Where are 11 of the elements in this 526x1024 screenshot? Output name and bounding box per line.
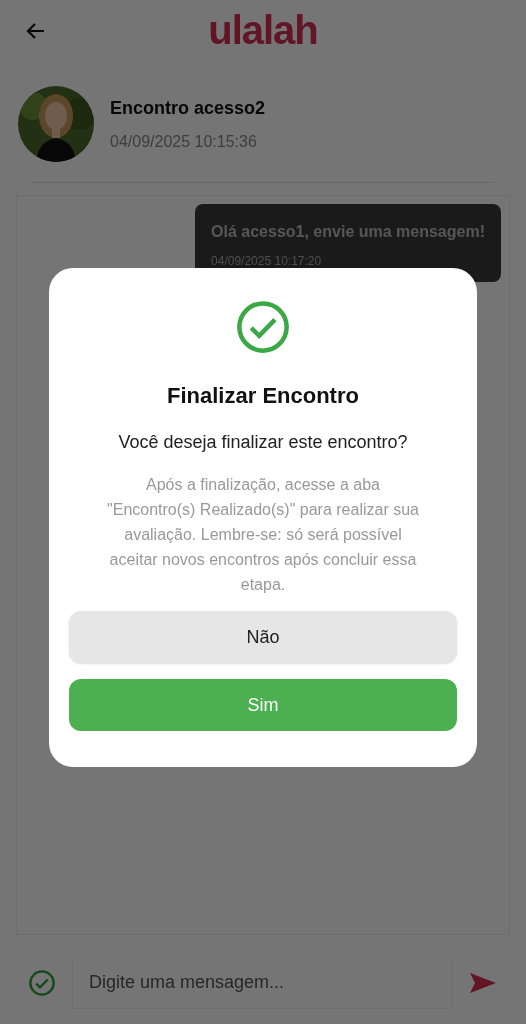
- logo: ulalah: [208, 10, 318, 50]
- check-circle-icon[interactable]: [28, 969, 56, 997]
- send-icon[interactable]: [468, 971, 498, 995]
- dialog-title: Finalizar Encontro: [167, 382, 359, 410]
- dialog-question: Você deseja finalizar este encontro?: [118, 431, 408, 454]
- dialog-message: Após a finalização, acesse a aba "Encontro(s) Realizado(s)" para realizar sua avaliação. Lembre-se: só será possível aceitar novos encontros após concluir essa etapa.: [106, 475, 420, 595]
- message-text: Olá acesso1, envie uma mensagem!: [211, 222, 485, 242]
- check-circle-icon: [236, 300, 290, 354]
- cancel-button[interactable]: Não: [69, 611, 457, 663]
- message-input[interactable]: Digite uma mensagem...: [72, 957, 452, 1009]
- contact-name: Encontro acesso2: [110, 96, 266, 120]
